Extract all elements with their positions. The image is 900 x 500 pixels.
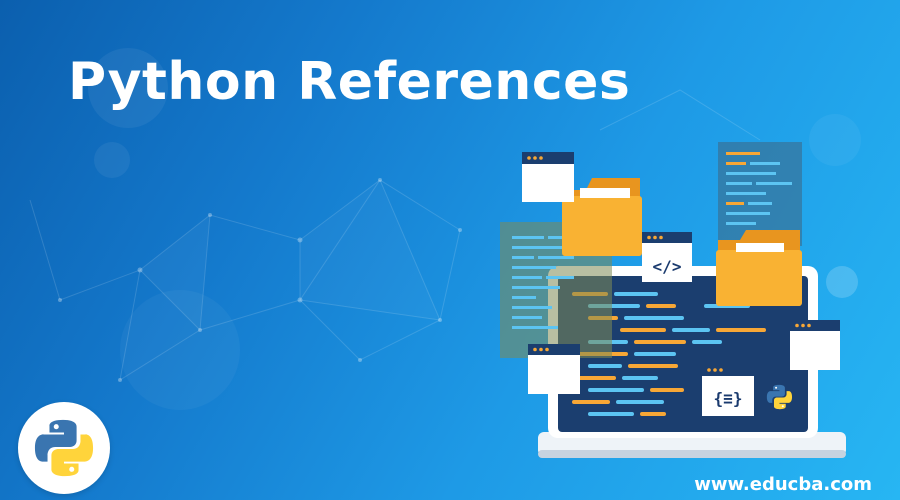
code-window-icon: </>	[642, 232, 692, 282]
code-window-icon	[790, 320, 840, 370]
code-laptop-illustration: </> {≡}	[500, 142, 846, 458]
code-window-icon	[522, 152, 574, 202]
html-tag-glyph: </>	[653, 257, 682, 276]
code-window-icon: {≡}	[702, 364, 754, 416]
python-logo-icon	[34, 419, 94, 477]
python-logo-badge	[18, 402, 110, 494]
website-url: www.educba.com	[694, 474, 872, 495]
banner: Python References </> {≡} www.educba.com	[0, 0, 900, 500]
folder-icon	[716, 230, 802, 306]
json-braces-glyph: {≡}	[714, 389, 743, 408]
code-window-icon	[528, 344, 580, 394]
